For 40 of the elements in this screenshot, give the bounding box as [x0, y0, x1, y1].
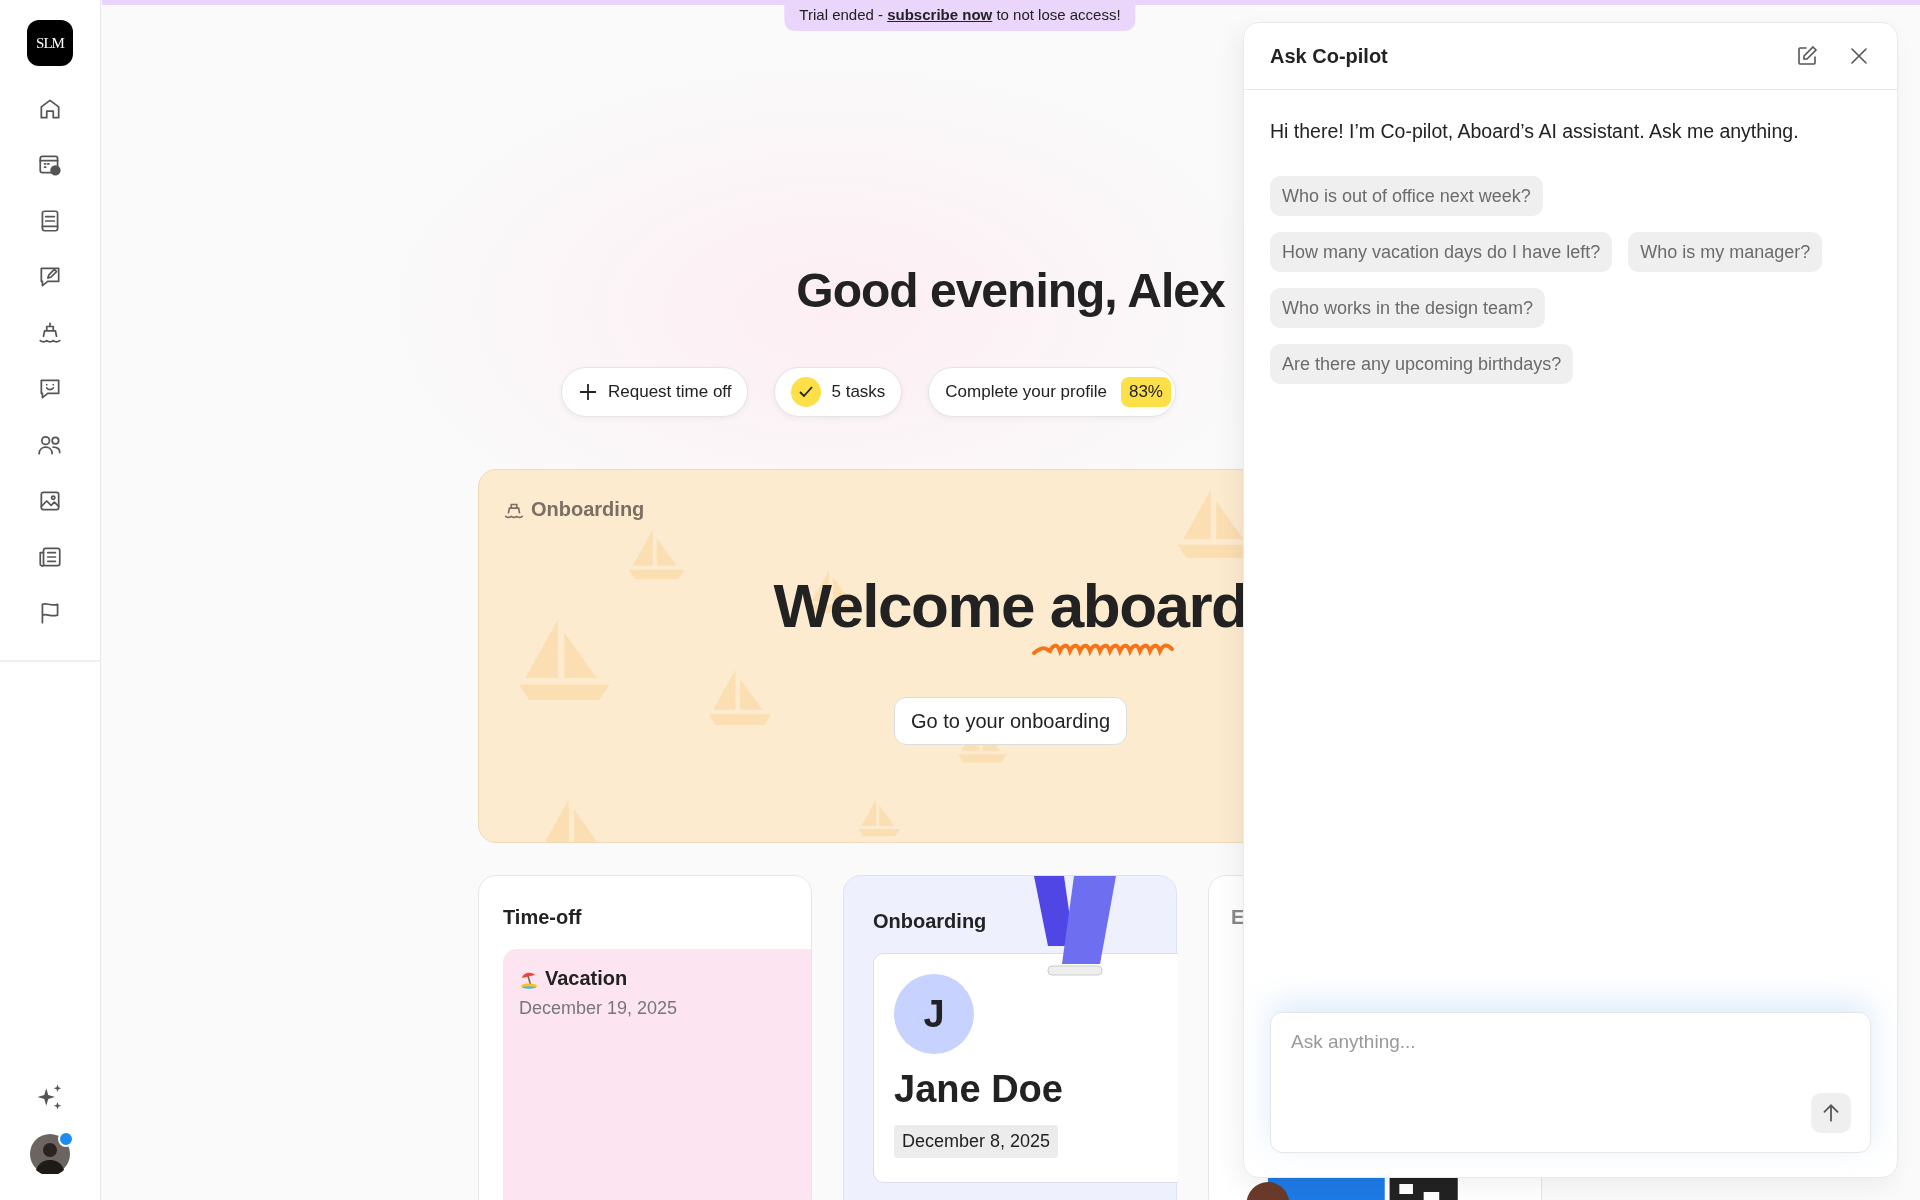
image-icon[interactable] — [37, 488, 63, 514]
trial-message: Trial ended - subscribe now to not lose access! — [799, 6, 1121, 23]
person-name: Jane Doe — [894, 1068, 1063, 1111]
tasks-button[interactable]: 5 tasks — [774, 367, 903, 417]
newspaper-icon[interactable] — [37, 544, 63, 570]
ask-input-field[interactable]: Ask anything... — [1270, 1012, 1871, 1153]
user-avatar[interactable] — [30, 1134, 70, 1174]
go-to-onboarding-button[interactable]: Go to your onboarding — [894, 697, 1127, 745]
vacation-title: Vacation — [545, 967, 628, 990]
request-time-off-button[interactable]: Request time off — [561, 367, 749, 417]
card-title: Time-off — [503, 906, 583, 929]
suggestion-chip[interactable]: Who is out of office next week? — [1270, 176, 1543, 216]
pencil-message-icon[interactable] — [37, 264, 63, 290]
ship-icon[interactable] — [37, 320, 63, 346]
suggestion-chip[interactable]: Who is my manager? — [1628, 232, 1823, 272]
vacation-entry[interactable]: Vacation December 19, 2025 — [503, 949, 811, 1200]
progress-badge: 83% — [1120, 377, 1171, 407]
suggestion-chip[interactable]: Who works in the design team? — [1270, 288, 1546, 328]
card-title: E — [1231, 906, 1246, 929]
welcome-heading: Welcome aboard — [773, 570, 1248, 642]
edit-icon[interactable] — [1795, 44, 1819, 68]
assistant-greeting: Hi there! I’m Co-pilot, Aboard’s AI assistant. Ask me anything. — [1270, 119, 1800, 144]
notification-dot — [58, 1131, 74, 1147]
card-title: Onboarding — [873, 910, 988, 933]
app-logo[interactable]: SLM — [27, 20, 73, 66]
panel-title: Ask Co-pilot — [1270, 44, 1388, 68]
onboarding-label-text: Onboarding — [531, 498, 645, 521]
avatar-initial: J — [894, 974, 974, 1054]
send-button[interactable] — [1811, 1093, 1851, 1133]
checkmark-icon — [791, 377, 822, 407]
greeting-heading: Good evening, Alex — [796, 263, 1225, 319]
suggestion-chip[interactable]: Are there any upcoming birthdays? — [1270, 344, 1574, 384]
plus-icon — [578, 382, 598, 402]
start-date: December 8, 2025 — [894, 1125, 1059, 1158]
suggestion-chip[interactable]: How many vacation days do I have left? — [1270, 232, 1613, 272]
vacation-date: December 19, 2025 — [519, 998, 679, 1019]
calendar-clock-icon[interactable] — [37, 152, 63, 178]
smile-message-icon[interactable] — [37, 376, 63, 402]
subscribe-link[interactable]: subscribe now — [887, 6, 993, 23]
complete-profile-button[interactable]: Complete your profile 83% — [928, 367, 1176, 417]
